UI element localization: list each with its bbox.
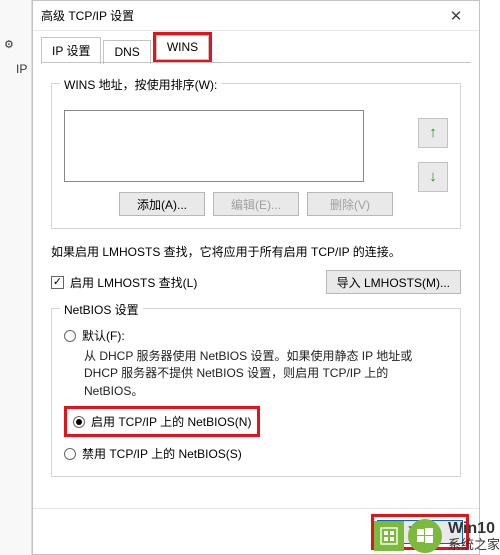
edit-button: 编辑(E)... — [213, 192, 299, 216]
gear-icon: ⚙ — [4, 38, 14, 51]
netbios-disable-radio[interactable]: 禁用 TCP/IP 上的 NetBIOS(S) — [64, 445, 448, 462]
arrow-up-icon: ↑ — [429, 124, 437, 141]
tab-ip-settings[interactable]: IP 设置 — [41, 37, 101, 64]
dialog-footer: 确定 — [33, 508, 479, 554]
wins-address-legend: WINS 地址，按使用排序(W): — [60, 76, 221, 93]
highlight-box: WINS — [153, 32, 212, 63]
dialog-body: WINS 地址，按使用排序(W): ↑ ↓ 添加(A)... 编辑(E)... … — [33, 63, 479, 477]
enable-lmhosts-label: 启用 LMHOSTS 查找(L) — [70, 274, 197, 291]
wins-address-listbox[interactable] — [64, 110, 364, 182]
netbios-default-desc: 从 DHCP 服务器使用 NetBIOS 设置。如果使用静态 IP 地址或 DH… — [84, 348, 448, 400]
arrow-down-icon: ↓ — [429, 168, 437, 185]
check-icon: ✓ — [51, 276, 64, 289]
move-up-button[interactable]: ↑ — [418, 118, 448, 148]
netbios-default-label: 默认(F): — [82, 327, 125, 344]
radio-selected-icon — [73, 416, 85, 428]
netbios-group: NetBIOS 设置 默认(F): 从 DHCP 服务器使用 NetBIOS 设… — [51, 308, 461, 477]
tab-strip: IP 设置 DNS WINS — [33, 31, 479, 63]
dialog-window: 高级 TCP/IP 设置 ✕ IP 设置 DNS WINS WINS 地址，按使… — [32, 0, 480, 555]
ok-button[interactable]: 确定 — [377, 520, 463, 544]
highlight-box: 启用 TCP/IP 上的 NetBIOS(N) — [64, 406, 260, 437]
wins-button-row: 添加(A)... 编辑(E)... 删除(V) — [64, 192, 448, 216]
add-button[interactable]: 添加(A)... — [119, 192, 205, 216]
panel-letter: IP — [16, 62, 27, 76]
enable-lmhosts-checkbox[interactable]: ✓ 启用 LMHOSTS 查找(L) — [51, 274, 197, 291]
background-panel: ⚙ IP — [0, 0, 32, 555]
netbios-enable-radio[interactable]: 启用 TCP/IP 上的 NetBIOS(N) — [73, 413, 251, 430]
tab-dns[interactable]: DNS — [103, 40, 150, 64]
tab-wins[interactable]: WINS — [156, 35, 209, 60]
import-lmhosts-button[interactable]: 导入 LMHOSTS(M)... — [326, 270, 461, 294]
netbios-disable-label: 禁用 TCP/IP 上的 NetBIOS(S) — [82, 445, 242, 462]
lmhosts-note: 如果启用 LMHOSTS 查找，它将应用于所有启用 TCP/IP 的连接。 — [51, 243, 461, 260]
lmhosts-row: ✓ 启用 LMHOSTS 查找(L) 导入 LMHOSTS(M)... — [51, 270, 461, 294]
radio-icon — [64, 448, 76, 460]
highlight-box: 确定 — [371, 514, 469, 550]
netbios-legend: NetBIOS 设置 — [60, 301, 143, 318]
netbios-enable-label: 启用 TCP/IP 上的 NetBIOS(N) — [91, 413, 251, 430]
move-down-button[interactable]: ↓ — [418, 162, 448, 192]
wins-address-group: WINS 地址，按使用排序(W): ↑ ↓ 添加(A)... 编辑(E)... … — [51, 83, 461, 229]
remove-button: 删除(V) — [307, 192, 393, 216]
window-title: 高级 TCP/IP 设置 — [41, 7, 134, 24]
radio-icon — [64, 330, 76, 342]
close-icon[interactable]: ✕ — [439, 7, 473, 25]
reorder-buttons: ↑ ↓ — [418, 118, 448, 192]
netbios-default-radio[interactable]: 默认(F): — [64, 327, 448, 344]
titlebar: 高级 TCP/IP 设置 ✕ — [33, 1, 479, 31]
